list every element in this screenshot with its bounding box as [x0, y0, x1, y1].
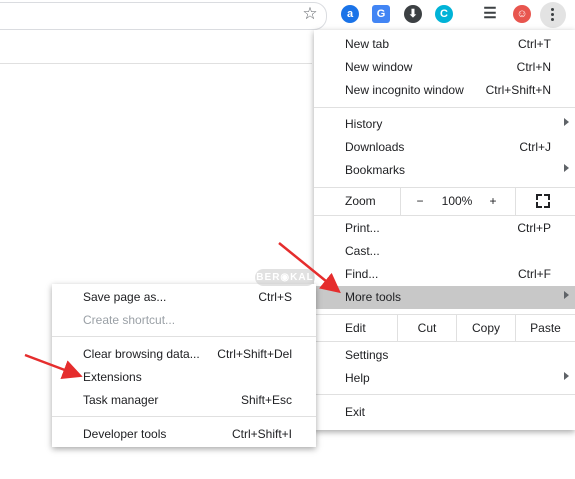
arrow-to-more-tools: [278, 242, 341, 294]
arrow-to-extensions: [24, 353, 83, 380]
annotation-arrows: [24, 242, 341, 380]
